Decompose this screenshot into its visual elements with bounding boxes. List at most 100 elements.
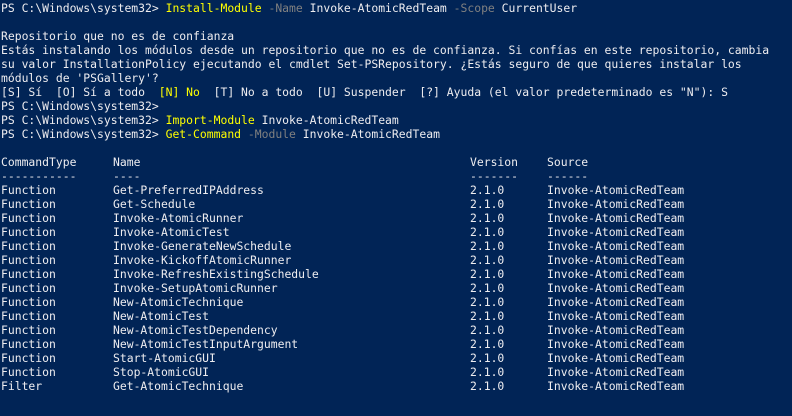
- confirmation-options: [S] Sí [O] Sí a todo [N] No [T] No a tod…: [1, 85, 792, 99]
- command-name-cell: Invoke-AtomicTest: [113, 225, 230, 239]
- table-row: Function Invoke-AtomicRunner 2.1.0 Invoke-A…: [1, 211, 792, 225]
- command-type-cell: Function: [1, 197, 56, 211]
- table-row: Function Stop-AtomicGUI 2.1.0 Invoke-Atomic…: [1, 365, 792, 379]
- command-type-cell: Function: [1, 281, 56, 295]
- source-cell: Invoke-AtomicRedTeam: [547, 183, 685, 197]
- command-type-cell: Function: [1, 183, 56, 197]
- table-row: Function Invoke-KickoffAtomicRunner 2.1.0 I…: [1, 253, 792, 267]
- table-row: Function Get-PreferredIPAddress 2.1.0 Invok…: [1, 183, 792, 197]
- command-type-cell: Function: [1, 323, 56, 337]
- version-cell: 2.1.0: [470, 197, 505, 211]
- version-cell: 2.1.0: [470, 351, 505, 365]
- command-line-import: PS C:\Windows\system32> Import-Module In…: [1, 113, 792, 127]
- header-underline: ----: [113, 169, 141, 183]
- cmdlet-name: Import-Module: [165, 113, 255, 127]
- parameter-name: -Scope: [453, 1, 495, 15]
- table-row: Function Get-Schedule 2.1.0 Invoke-AtomicRe…: [1, 197, 792, 211]
- source-cell: Invoke-AtomicRedTeam: [547, 379, 685, 393]
- command-name-cell: Invoke-RefreshExistingSchedule: [113, 267, 319, 281]
- warning-text: su valor InstallationPolicy ejecutando e…: [1, 57, 742, 71]
- header-underline: -----------: [1, 169, 77, 183]
- powershell-console[interactable]: PS C:\Windows\system32> Install-Module -…: [0, 0, 792, 416]
- command-name-cell: New-AtomicTestDependency: [113, 323, 278, 337]
- command-type-cell: Function: [1, 267, 56, 281]
- source-cell: Invoke-AtomicRedTeam: [547, 239, 685, 253]
- command-line-get-command: PS C:\Windows\system32> Get-Command -Mod…: [1, 127, 792, 141]
- source-cell: Invoke-AtomicRedTeam: [547, 253, 685, 267]
- table-row: Function Invoke-RefreshExistingSchedule 2.…: [1, 267, 792, 281]
- source-cell: Invoke-AtomicRedTeam: [547, 295, 685, 309]
- command-name-cell: New-AtomicTechnique: [113, 295, 244, 309]
- cmdlet-name: Install-Module: [165, 1, 262, 15]
- warning-text: Estás instalando los módulos desde un re…: [1, 43, 770, 57]
- table-row: Filter Get-AtomicTechnique 2.1.0 Invoke-Ato…: [1, 379, 792, 393]
- options-text: [S] Sí [O] Sí a todo: [1, 85, 159, 99]
- cmdlet-name: Get-Command: [165, 127, 242, 141]
- table-row: Function Invoke-SetupAtomicRunner 2.1.0 Inv…: [1, 281, 792, 295]
- prompt: PS C:\Windows\system32>: [1, 1, 166, 15]
- command-name-cell: Invoke-KickoffAtomicRunner: [113, 253, 292, 267]
- source-cell: Invoke-AtomicRedTeam: [547, 197, 685, 211]
- command-name-cell: Get-Schedule: [113, 197, 196, 211]
- source-cell: Invoke-AtomicRedTeam: [547, 225, 685, 239]
- version-cell: 2.1.0: [470, 337, 505, 351]
- options-text: [T] No a todo [U] Suspender [?] Ayuda (e…: [199, 85, 728, 99]
- version-cell: 2.1.0: [470, 281, 505, 295]
- column-header: Name: [113, 155, 141, 169]
- version-cell: 2.1.0: [470, 379, 505, 393]
- command-name-cell: Stop-AtomicGUI: [113, 365, 210, 379]
- prompt: PS C:\Windows\system32>: [1, 99, 166, 113]
- table-row: Function Invoke-AtomicTest 2.1.0 Invoke-Ato…: [1, 225, 792, 239]
- command-name-cell: Invoke-AtomicRunner: [113, 211, 244, 225]
- prompt: PS C:\Windows\system32>: [1, 127, 166, 141]
- column-header: CommandType: [1, 155, 77, 169]
- command-line-install: PS C:\Windows\system32> Install-Module -…: [1, 1, 792, 15]
- table-header: CommandType Name Version Source: [1, 155, 792, 169]
- command-name-cell: Get-AtomicTechnique: [113, 379, 244, 393]
- command-type-cell: Function: [1, 225, 56, 239]
- command-type-cell: Function: [1, 253, 56, 267]
- command-name-cell: Invoke-GenerateNewSchedule: [113, 239, 292, 253]
- column-header: Version: [470, 155, 519, 169]
- version-cell: 2.1.0: [470, 253, 505, 267]
- command-name-cell: New-AtomicTestInputArgument: [113, 337, 299, 351]
- default-option: [N] No: [158, 85, 200, 99]
- source-cell: Invoke-AtomicRedTeam: [547, 337, 685, 351]
- command-type-cell: Function: [1, 309, 56, 323]
- source-cell: Invoke-AtomicRedTeam: [547, 323, 685, 337]
- command-name-cell: Get-PreferredIPAddress: [113, 183, 264, 197]
- command-type-cell: Function: [1, 295, 56, 309]
- warning-title: Repositorio que no es de confianza: [1, 29, 235, 43]
- source-cell: Invoke-AtomicRedTeam: [547, 351, 685, 365]
- version-cell: 2.1.0: [470, 365, 505, 379]
- parameter-value: Invoke-AtomicRedTeam: [302, 127, 440, 141]
- header-underline: -------: [470, 169, 519, 183]
- table-row: Function New-AtomicTestDependency 2.1.0 Inv…: [1, 323, 792, 337]
- table-row: Function Start-AtomicGUI 2.1.0 Invoke-Atomi…: [1, 351, 792, 365]
- version-cell: 2.1.0: [470, 183, 505, 197]
- source-cell: Invoke-AtomicRedTeam: [547, 365, 685, 379]
- version-cell: 2.1.0: [470, 267, 505, 281]
- command-name-cell: Invoke-SetupAtomicRunner: [113, 281, 278, 295]
- source-cell: Invoke-AtomicRedTeam: [547, 211, 685, 225]
- table-header-underline: ----------- ---- ------- ------: [1, 169, 792, 183]
- command-type-cell: Function: [1, 351, 56, 365]
- column-header: Source: [547, 155, 589, 169]
- version-cell: 2.1.0: [470, 211, 505, 225]
- command-type-cell: Function: [1, 337, 56, 351]
- version-cell: 2.1.0: [470, 239, 505, 253]
- prompt: PS C:\Windows\system32>: [1, 113, 166, 127]
- command-type-cell: Function: [1, 239, 56, 253]
- command-name-cell: Start-AtomicGUI: [113, 351, 216, 365]
- warning-text: módulos de 'PSGallery'?: [1, 71, 159, 85]
- version-cell: 2.1.0: [470, 323, 505, 337]
- table-row: Function New-AtomicTechnique 2.1.0 Invoke-A…: [1, 295, 792, 309]
- version-cell: 2.1.0: [470, 295, 505, 309]
- parameter-value: Invoke-AtomicRedTeam: [309, 1, 447, 15]
- version-cell: 2.1.0: [470, 225, 505, 239]
- command-name-cell: New-AtomicTest: [113, 309, 210, 323]
- version-cell: 2.1.0: [470, 309, 505, 323]
- table-body: Function Get-PreferredIPAddress 2.1.0 Invok…: [1, 183, 792, 393]
